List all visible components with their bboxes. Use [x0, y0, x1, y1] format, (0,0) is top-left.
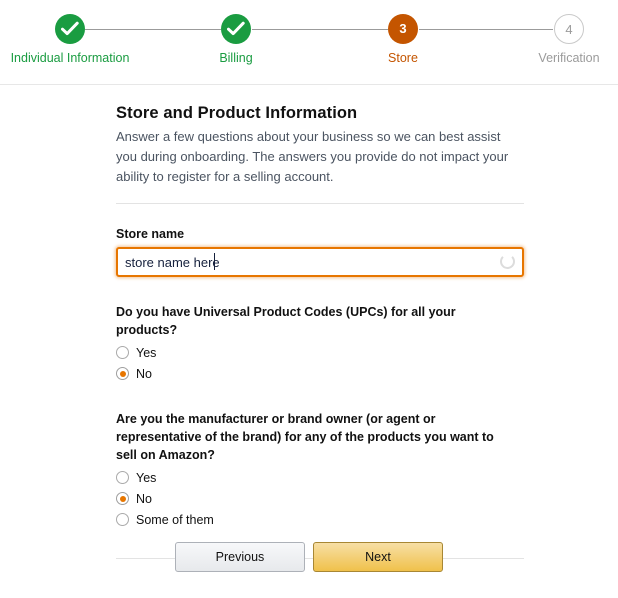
radio-option-brand-some[interactable]: Some of them — [116, 509, 524, 530]
radio-option-brand-no[interactable]: No — [116, 488, 524, 509]
radio-icon-upc-no[interactable] — [116, 367, 129, 380]
radio-icon-brand-no[interactable] — [116, 492, 129, 505]
step-3-circle: 3 — [388, 14, 418, 44]
tracker-step-verification[interactable]: 4 Verification — [509, 14, 618, 66]
question-upc-text: Do you have Universal Product Codes (UPC… — [116, 305, 456, 337]
radio-icon-brand-yes[interactable] — [116, 471, 129, 484]
radio-option-upc-yes[interactable]: Yes — [116, 342, 524, 363]
step-3-label: Store — [388, 51, 418, 65]
form-footer: Previous Next — [0, 542, 618, 572]
loading-spinner-icon — [500, 254, 515, 269]
divider-top — [116, 203, 524, 204]
radio-label-brand-some: Some of them — [136, 512, 214, 527]
text-caret — [214, 253, 215, 270]
tracker-step-billing[interactable]: Billing — [176, 14, 296, 66]
radio-option-upc-no[interactable]: No — [116, 363, 524, 384]
radio-option-brand-yes[interactable]: Yes — [116, 467, 524, 488]
radio-icon-upc-yes[interactable] — [116, 346, 129, 359]
radio-label-upc-no: No — [136, 366, 152, 381]
step-4-number: 4 — [565, 22, 573, 37]
store-name-label: Store name — [116, 227, 185, 241]
check-icon — [61, 21, 79, 36]
radio-label-brand-yes: Yes — [136, 470, 157, 485]
question-upc: Do you have Universal Product Codes (UPC… — [116, 303, 524, 384]
step-1-label: Individual Information — [10, 51, 130, 65]
step-1-circle — [55, 14, 85, 44]
step-2-circle — [221, 14, 251, 44]
tracker-step-individual-information[interactable]: Individual Information — [10, 14, 130, 66]
progress-tracker: Individual Information Billing 3 Store 4… — [0, 0, 618, 85]
radio-label-brand-no: No — [136, 491, 152, 506]
radio-icon-brand-some[interactable] — [116, 513, 129, 526]
previous-button[interactable]: Previous — [175, 542, 305, 572]
radio-label-upc-yes: Yes — [136, 345, 157, 360]
page-title: Store and Product Information — [116, 104, 358, 122]
store-information-panel: Store and Product Information Answer a f… — [116, 104, 524, 559]
step-4-label: Verification — [538, 51, 600, 65]
store-name-field-wrapper — [116, 247, 524, 277]
question-brand-owner-text: Are you the manufacturer or brand owner … — [116, 412, 494, 462]
question-brand-owner: Are you the manufacturer or brand owner … — [116, 410, 524, 530]
step-2-label: Billing — [219, 51, 253, 65]
store-name-input[interactable] — [116, 247, 524, 277]
step-3-number: 3 — [399, 21, 407, 36]
check-icon — [227, 21, 245, 36]
step-4-circle: 4 — [554, 14, 584, 44]
tracker-step-store[interactable]: 3 Store — [343, 14, 463, 66]
progress-tracker-inner: Individual Information Billing 3 Store 4… — [0, 0, 618, 84]
next-button[interactable]: Next — [313, 542, 443, 572]
panel-description: Answer a few questions about your busine… — [116, 129, 509, 184]
